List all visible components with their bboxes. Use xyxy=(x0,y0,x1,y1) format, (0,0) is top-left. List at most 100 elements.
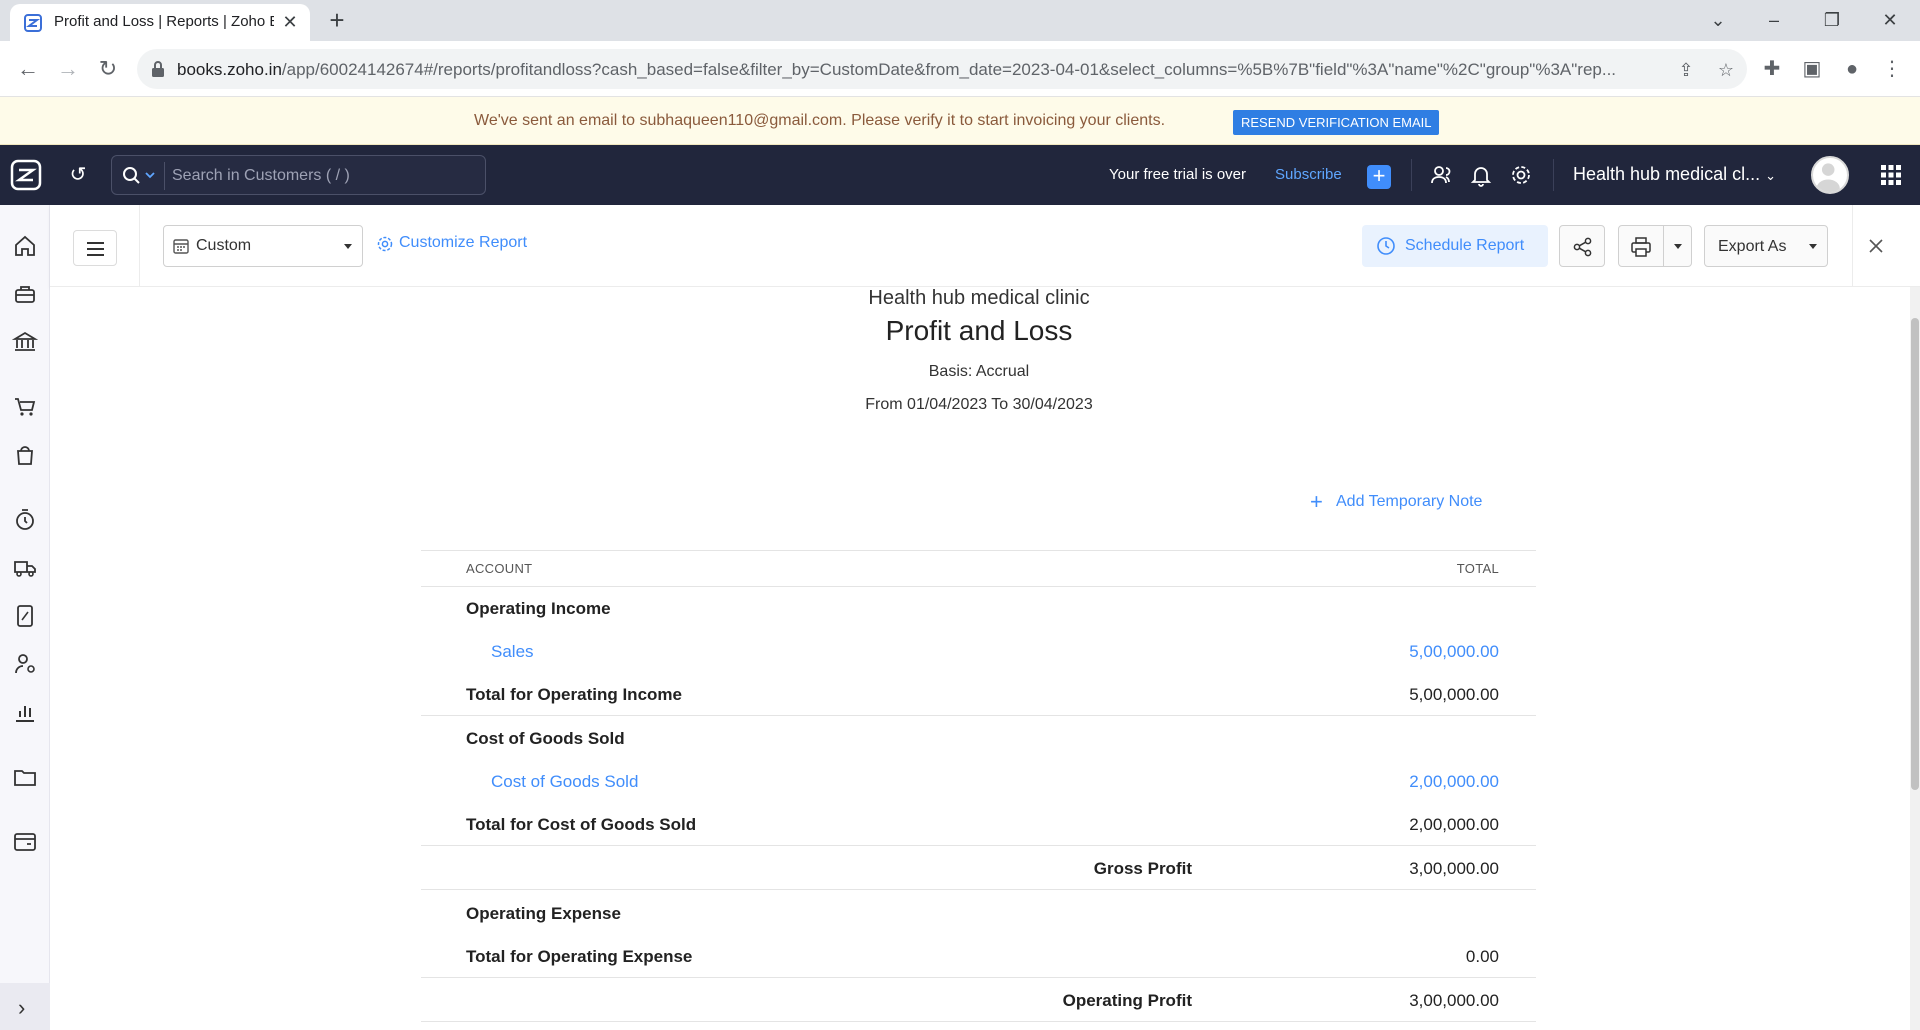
profile-icon[interactable]: ● xyxy=(1838,55,1866,83)
total-label: Total for Cost of Goods Sold xyxy=(466,815,697,834)
search-icon[interactable] xyxy=(122,166,142,186)
reports-chart-icon[interactable] xyxy=(12,699,38,725)
total-row: Total for Operating Expense 0.00 xyxy=(421,935,1536,978)
section-label: Cost of Goods Sold xyxy=(466,729,625,748)
print-icon xyxy=(1631,237,1651,257)
account-total-link[interactable]: 2,00,000.00 xyxy=(1409,772,1499,792)
total-row: Total for Cost of Goods Sold 2,00,000.00 xyxy=(421,803,1536,846)
address-bar: ← → ↻ books.zoho.in/app/60024142674#/rep… xyxy=(0,41,1920,97)
report-title: Profit and Loss xyxy=(885,315,1073,346)
gross-profit-value: 3,00,000.00 xyxy=(1409,859,1499,878)
settings-gear-icon[interactable] xyxy=(1508,162,1534,188)
print-button[interactable] xyxy=(1618,225,1692,267)
app-grid-icon[interactable] xyxy=(1880,164,1902,186)
resend-verification-button[interactable]: RESEND VERIFICATION EMAIL xyxy=(1233,110,1440,135)
report-date-range: From 01/04/2023 To 30/04/2023 xyxy=(865,396,1093,413)
tax-percent-icon[interactable] xyxy=(12,603,38,629)
reload-icon[interactable]: ↻ xyxy=(94,55,122,83)
zoho-books-favicon-icon xyxy=(24,14,42,32)
sales-cart-icon[interactable] xyxy=(12,394,38,420)
extensions-icon[interactable]: ✚ xyxy=(1758,55,1786,83)
share-icon xyxy=(1573,237,1592,257)
divider xyxy=(1411,159,1412,191)
section-label: Operating Income xyxy=(466,599,611,618)
report-basis: Basis: Accrual xyxy=(928,363,1030,380)
back-icon[interactable]: ← xyxy=(14,55,42,83)
plus-icon[interactable]: + xyxy=(1310,489,1323,515)
home-icon[interactable] xyxy=(12,233,38,259)
column-header-account: ACCOUNT xyxy=(466,561,533,576)
account-row[interactable]: Sales 5,00,000.00 xyxy=(421,630,1536,673)
new-tab-icon[interactable]: + xyxy=(324,7,350,34)
search-box[interactable] xyxy=(111,155,486,195)
calendar-icon xyxy=(173,239,189,254)
add-temporary-note-link[interactable]: Add Temporary Note xyxy=(1336,493,1482,511)
report-body: Health hub medical clinic Profit and Los… xyxy=(50,287,1910,1030)
side-panel-icon[interactable]: ▣ xyxy=(1798,55,1826,83)
zoho-books-logo-icon[interactable] xyxy=(10,159,42,191)
share-icon[interactable]: ⇪ xyxy=(1675,59,1697,81)
forward-icon[interactable]: → xyxy=(54,55,82,83)
banking-icon[interactable] xyxy=(12,329,38,355)
restore-icon[interactable]: ❐ xyxy=(1812,6,1852,34)
window-close-icon[interactable]: ✕ xyxy=(1870,6,1910,34)
subscribe-link[interactable]: Subscribe xyxy=(1275,166,1342,183)
close-icon[interactable] xyxy=(1866,236,1886,256)
users-icon[interactable] xyxy=(1428,162,1454,188)
chevron-down-icon[interactable]: ⌄ xyxy=(1698,6,1738,34)
total-value: 5,00,000.00 xyxy=(1409,685,1499,704)
report-org-name: Health hub medical clinic xyxy=(868,287,1090,309)
time-tracking-icon[interactable] xyxy=(12,507,38,533)
chevron-right-icon: › xyxy=(18,995,26,1020)
notifications-bell-icon[interactable] xyxy=(1468,162,1494,188)
report-toolbar: Custom Customize Report Schedule Report … xyxy=(50,205,1920,287)
caret-down-icon[interactable] xyxy=(1674,244,1682,249)
documents-folder-icon[interactable] xyxy=(12,764,38,790)
date-range-value: Custom xyxy=(196,237,252,254)
export-as-label: Export As xyxy=(1718,238,1787,255)
account-total-link[interactable]: 5,00,000.00 xyxy=(1409,642,1499,662)
items-box-icon[interactable] xyxy=(12,281,38,307)
export-as-button[interactable]: Export As xyxy=(1704,225,1828,267)
divider xyxy=(164,162,165,190)
close-icon[interactable]: ✕ xyxy=(280,12,300,32)
payments-icon[interactable] xyxy=(12,829,38,855)
schedule-report-label: Schedule Report xyxy=(1405,237,1525,254)
minimize-icon[interactable]: – xyxy=(1754,6,1794,34)
lock-icon xyxy=(152,61,164,77)
section-header-row: Operating Expense xyxy=(421,892,1536,935)
customize-report-link[interactable]: Customize Report xyxy=(399,234,527,252)
share-button[interactable] xyxy=(1559,225,1605,267)
accountant-icon[interactable] xyxy=(12,651,38,677)
scrollbar-thumb[interactable] xyxy=(1911,318,1919,790)
search-input[interactable] xyxy=(172,164,472,188)
app-header: ↺ Your free trial is over Subscribe + He… xyxy=(0,145,1920,205)
recent-activity-icon[interactable]: ↺ xyxy=(66,163,90,187)
column-header-total: TOTAL xyxy=(1456,561,1499,576)
avatar[interactable] xyxy=(1811,156,1849,194)
account-link[interactable]: Sales xyxy=(491,642,534,662)
tab-title: Profit and Loss | Reports | Zoho B xyxy=(54,13,274,30)
verification-banner: We've sent an email to subhaqueen110@gma… xyxy=(0,97,1920,145)
bookmark-star-icon[interactable]: ☆ xyxy=(1715,59,1737,81)
delivery-truck-icon[interactable] xyxy=(12,555,38,581)
url-field[interactable]: books.zoho.in/app/60024142674#/reports/p… xyxy=(137,49,1747,89)
purchases-bag-icon[interactable] xyxy=(12,442,38,468)
settings-gear-icon[interactable] xyxy=(376,235,394,253)
schedule-report-button[interactable]: Schedule Report xyxy=(1362,225,1548,267)
total-row: Total for Operating Income 5,00,000.00 xyxy=(421,673,1536,716)
caret-down-icon xyxy=(1809,244,1817,249)
date-range-select[interactable]: Custom xyxy=(163,225,363,267)
chevron-down-icon[interactable] xyxy=(145,172,155,180)
hamburger-menu-button[interactable] xyxy=(73,230,117,266)
expand-nav-button[interactable]: › xyxy=(0,983,50,1030)
browser-tab[interactable]: Profit and Loss | Reports | Zoho B ✕ xyxy=(10,4,310,41)
banner-text: We've sent an email to subhaqueen110@gma… xyxy=(474,112,1166,129)
more-menu-icon[interactable]: ⋮ xyxy=(1878,55,1906,83)
total-value: 2,00,000.00 xyxy=(1409,815,1499,834)
caret-down-icon xyxy=(344,244,352,249)
account-row[interactable]: Cost of Goods Sold 2,00,000.00 xyxy=(421,760,1536,803)
organization-switcher[interactable]: Health hub medical cl... ⌄ xyxy=(1573,164,1776,185)
account-link[interactable]: Cost of Goods Sold xyxy=(491,772,638,792)
quick-create-button[interactable]: + xyxy=(1367,165,1391,189)
